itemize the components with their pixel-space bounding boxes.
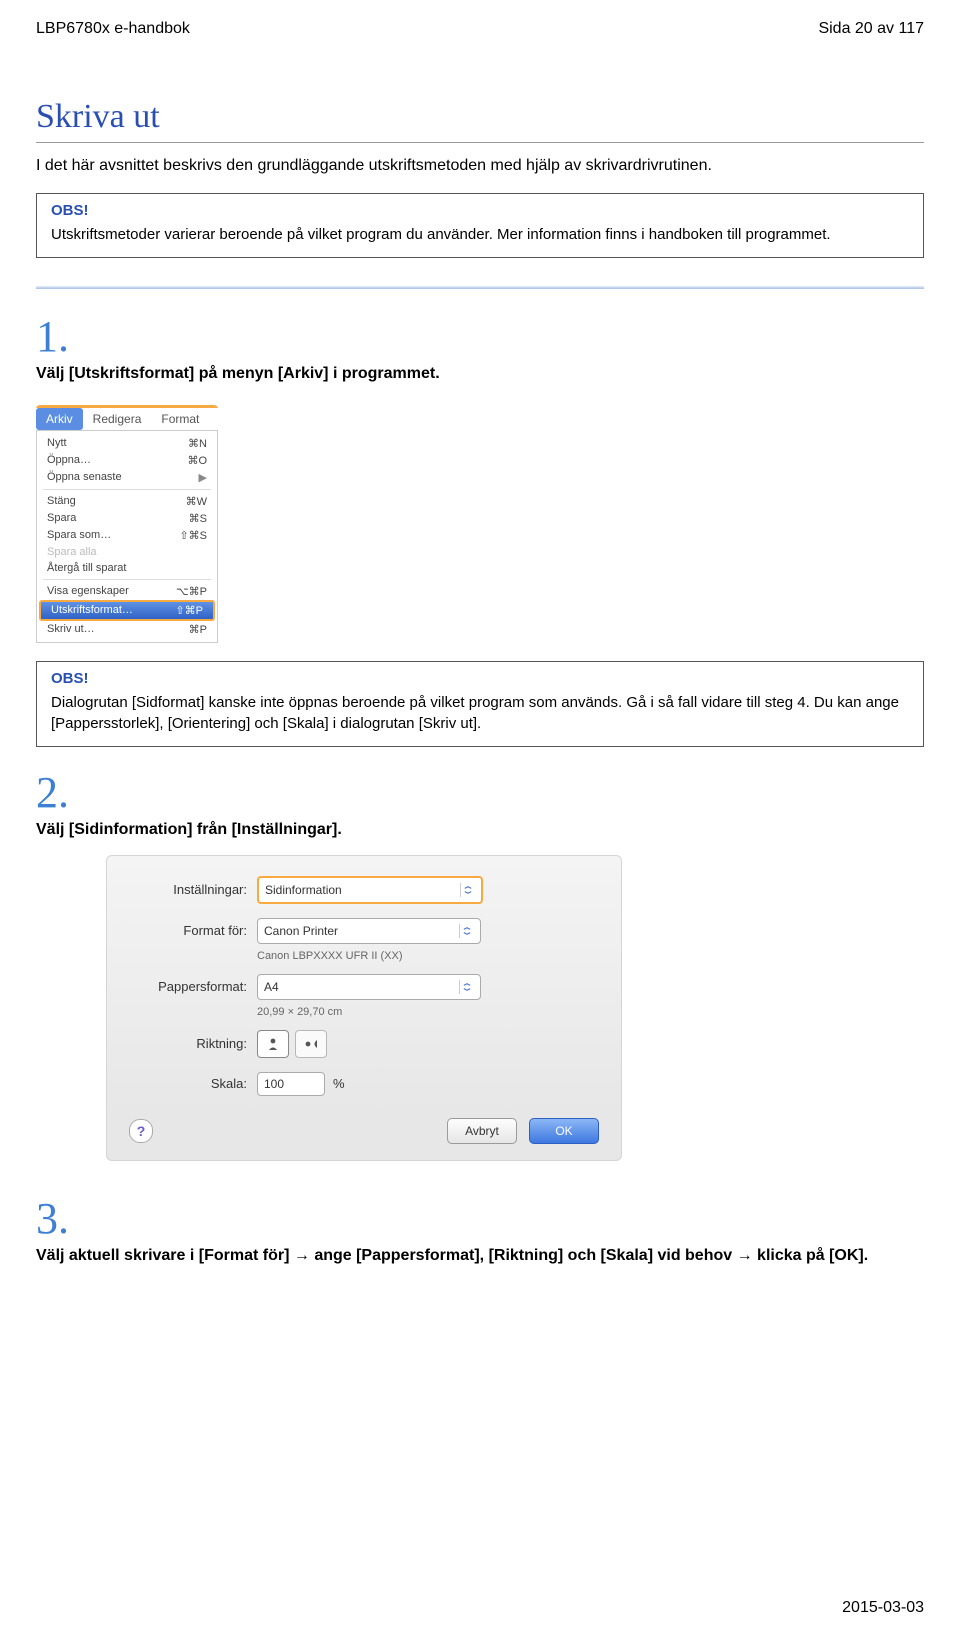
help-button[interactable]: ? xyxy=(129,1119,153,1143)
skala-suffix: % xyxy=(333,1076,345,1091)
menu-item[interactable]: Öppna senaste▶ xyxy=(37,469,217,486)
pappersformat-dropdown[interactable]: A4 xyxy=(257,974,481,1000)
obs-body: Dialogrutan [Sidformat] kanske inte öppn… xyxy=(51,693,909,734)
section-divider xyxy=(36,286,924,289)
menu-item: Spara alla xyxy=(37,544,217,560)
obs-title: OBS! xyxy=(51,670,909,687)
obs-box-2: OBS! Dialogrutan [Sidformat] kanske inte… xyxy=(36,661,924,747)
obs-box-1: OBS! Utskriftsmetoder varierar beroende … xyxy=(36,193,924,258)
person-landscape-icon xyxy=(303,1036,319,1052)
menubar-format[interactable]: Format xyxy=(151,408,209,430)
format-for-value: Canon Printer xyxy=(264,924,338,938)
menu-item[interactable]: Återgå till sparat xyxy=(37,560,217,576)
obs-body: Utskriftsmetoder varierar beroende på vi… xyxy=(51,225,909,245)
step-2-number: 2. xyxy=(36,771,924,815)
page-setup-dialog: Inställningar: Sidinformation Format för… xyxy=(106,855,622,1161)
label-format-for: Format för: xyxy=(129,923,257,938)
format-for-subtext: Canon LBPXXXX UFR II (XX) xyxy=(257,950,599,962)
ok-button[interactable]: OK xyxy=(529,1118,599,1144)
pappersformat-value: A4 xyxy=(264,980,279,994)
step-1-heading: Välj [Utskriftsformat] på menyn [Arkiv] … xyxy=(36,365,924,383)
chevron-down-icon xyxy=(459,980,474,994)
menu-item[interactable]: Stäng⌘W xyxy=(37,493,217,510)
chevron-down-icon xyxy=(460,883,475,897)
label-pappersformat: Pappersformat: xyxy=(129,979,257,994)
page-date: 2015-03-03 xyxy=(842,1599,924,1617)
step-3-heading: Välj aktuell skrivare i [Format för] → a… xyxy=(36,1247,924,1265)
orientation-landscape[interactable] xyxy=(295,1030,327,1058)
menu-item[interactable]: Visa egenskaper⌥⌘P xyxy=(37,583,217,600)
orientation-portrait[interactable] xyxy=(257,1030,289,1058)
menubar-arkiv[interactable]: Arkiv xyxy=(36,408,83,430)
arkiv-dropdown: Nytt⌘NÖppna…⌘OÖppna senaste▶Stäng⌘WSpara… xyxy=(36,431,218,643)
label-skala: Skala: xyxy=(129,1076,257,1091)
doc-header-left: LBP6780x e-handbok xyxy=(36,20,190,38)
installningar-dropdown[interactable]: Sidinformation xyxy=(257,876,483,904)
doc-header-right: Sida 20 av 117 xyxy=(818,20,924,38)
format-for-dropdown[interactable]: Canon Printer xyxy=(257,918,481,944)
chevron-down-icon xyxy=(459,924,474,938)
menu-item[interactable]: Spara som…⇧⌘S xyxy=(37,527,217,544)
page-title: Skriva ut xyxy=(36,98,924,136)
menu-item[interactable]: Spara⌘S xyxy=(37,510,217,527)
intro-text: I det här avsnittet beskrivs den grundlä… xyxy=(36,157,924,175)
menubar-redigera[interactable]: Redigera xyxy=(83,408,152,430)
menu-item[interactable]: Skriv ut…⌘P xyxy=(37,621,217,638)
skala-input[interactable]: 100 xyxy=(257,1072,325,1096)
step-3-number: 3. xyxy=(36,1197,924,1241)
pappersformat-subtext: 20,99 × 29,70 cm xyxy=(257,1006,599,1018)
label-riktning: Riktning: xyxy=(129,1036,257,1051)
cancel-button[interactable]: Avbryt xyxy=(447,1118,517,1144)
obs-title: OBS! xyxy=(51,202,909,219)
menu-item[interactable]: Nytt⌘N xyxy=(37,435,217,452)
installningar-value: Sidinformation xyxy=(265,883,342,897)
arkiv-menu-screenshot: Arkiv Redigera Format Nytt⌘NÖppna…⌘OÖppn… xyxy=(36,405,218,643)
step-2-heading: Välj [Sidinformation] från [Inställninga… xyxy=(36,821,924,839)
person-portrait-icon xyxy=(265,1036,281,1052)
title-divider xyxy=(36,142,924,143)
label-installningar: Inställningar: xyxy=(129,882,257,897)
step-1-number: 1. xyxy=(36,315,924,359)
menu-item[interactable]: Öppna…⌘O xyxy=(37,452,217,469)
menu-item[interactable]: Utskriftsformat…⇧⌘P xyxy=(39,600,215,621)
